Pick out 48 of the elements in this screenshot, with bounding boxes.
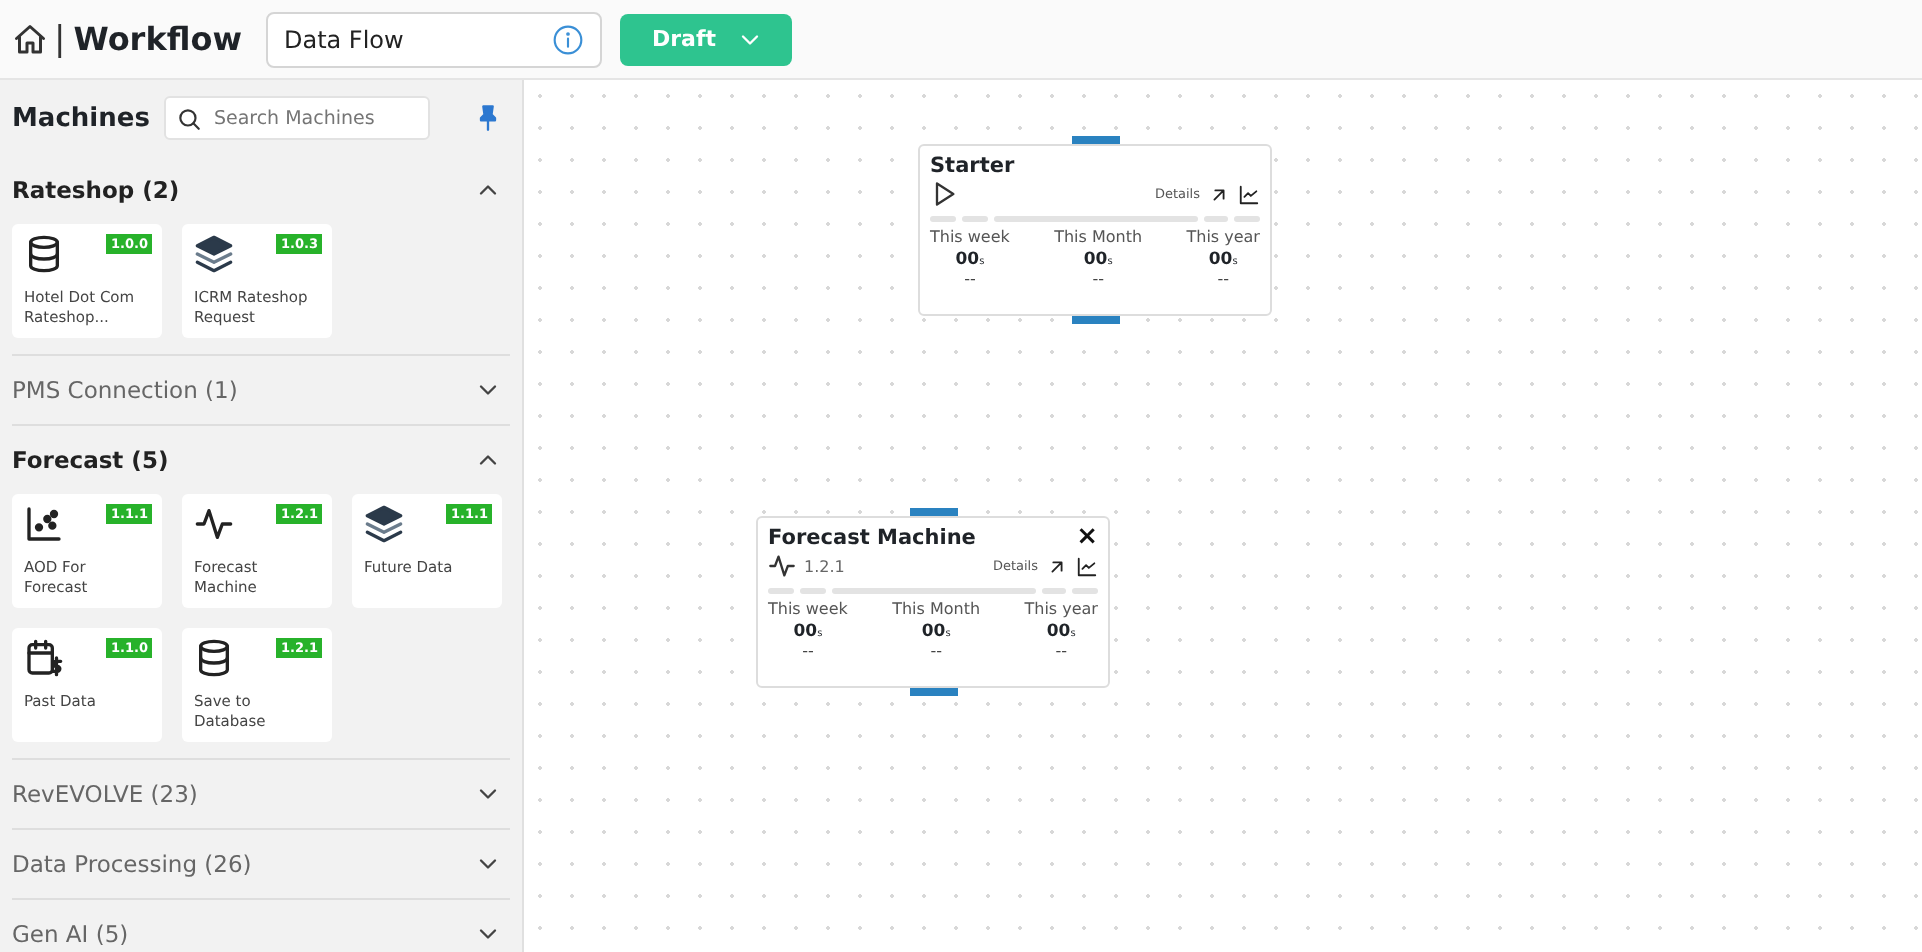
section-header[interactable]: Data Processing (26) (12, 850, 252, 878)
connection-handle[interactable] (909, 688, 957, 696)
search-icon (175, 105, 202, 131)
section-header[interactable]: Rateshop (2) (12, 176, 180, 204)
stat-label: This year (1186, 228, 1260, 246)
stat-placeholder: -- (802, 642, 814, 660)
connection-handle[interactable] (1071, 136, 1119, 144)
arrow-up-right-icon[interactable] (1208, 183, 1230, 205)
section-header[interactable]: PMS Connection (1) (12, 376, 238, 404)
close-button[interactable]: × (1076, 526, 1098, 550)
search-field[interactable]: Search Machines (163, 96, 430, 140)
line-chart-icon[interactable] (1238, 183, 1260, 205)
line-chart-icon[interactable] (1076, 555, 1098, 577)
info-icon (551, 23, 584, 55)
scatter-plot-icon (24, 504, 64, 544)
stat-label: This week (930, 228, 1010, 246)
connection-handle[interactable] (909, 508, 957, 516)
stat-label: This week (768, 600, 848, 618)
node-title: Forecast Machine (768, 526, 976, 550)
stat-placeholder: -- (964, 270, 976, 288)
name-field[interactable]: Data Flow (265, 11, 602, 67)
stat-placeholder: -- (1055, 642, 1067, 660)
section-header[interactable]: RevEVOLVE (23) (12, 780, 198, 808)
layers-icon (194, 234, 234, 274)
panel-title: Machines (12, 103, 150, 133)
page-title: Workflow (73, 20, 242, 58)
layers-icon (364, 504, 404, 544)
separator-text: | (54, 19, 66, 59)
connection-handle[interactable] (1071, 316, 1119, 324)
database-icon (24, 234, 64, 274)
home-icon (12, 21, 48, 57)
stat-label: This year (1024, 600, 1098, 618)
stat-label: This Month (892, 600, 981, 618)
stat-placeholder: -- (930, 642, 942, 660)
arrow-up-right-icon[interactable] (1046, 555, 1068, 577)
pulse-icon (768, 552, 796, 580)
database-icon (194, 638, 234, 678)
pin-icon[interactable] (474, 104, 502, 132)
version-text: 1.2.1 (804, 557, 845, 575)
stat-placeholder: -- (1092, 270, 1104, 288)
stat-label: This Month (1054, 228, 1143, 246)
stat-placeholder: -- (1217, 270, 1229, 288)
node-title: Starter (930, 154, 1015, 178)
play-icon (930, 180, 958, 208)
calendar-dollar-icon (24, 638, 64, 678)
section-header[interactable]: Forecast (5) (12, 446, 169, 474)
section-header[interactable]: Gen AI (5) (12, 920, 129, 948)
pulse-icon (194, 504, 234, 544)
